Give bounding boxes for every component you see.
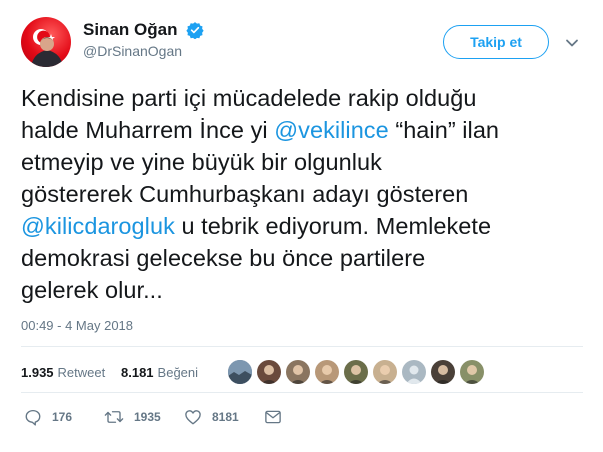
tweet-text-segment: demokrasi gelecekse bu önce partilere: [21, 245, 426, 271]
mention-link[interactable]: @vekilince: [274, 117, 388, 143]
tweet-text-line: etmeyip ve yine büyük bir olgunluk: [21, 146, 591, 178]
divider: [21, 346, 583, 347]
tweet-text-line: demokrasi gelecekse bu önce partilere: [21, 242, 591, 274]
chevron-down-icon[interactable]: [564, 36, 580, 50]
retweet-button[interactable]: 1935: [104, 408, 161, 426]
tweet-text-segment: etmeyip ve yine büyük bir olgunluk: [21, 149, 382, 175]
tweet-header: Sinan Oğan @DrSinanOgan Takip et: [0, 0, 603, 80]
retweet-icon: [104, 411, 124, 423]
verified-badge-icon: [186, 21, 204, 40]
like-stat-label: Beğeni: [157, 365, 199, 380]
envelope-icon: [265, 410, 281, 424]
reply-icon: [25, 409, 41, 426]
tweet-text-line: Kendisine parti içi mücadelede rakip old…: [21, 82, 591, 114]
like-stat[interactable]: 8.181 Beğeni: [121, 365, 198, 380]
tweet-text-segment: u tebrik ediyorum. Memlekete: [174, 213, 492, 239]
user-avatar[interactable]: [21, 17, 71, 67]
reply-count: 176: [52, 410, 73, 424]
user-name-block: Sinan Oğan @DrSinanOgan: [83, 20, 204, 59]
tweet-text-segment: “hain” ilan: [388, 117, 500, 143]
tweet-timestamp[interactable]: 00:49 - 4 May 2018: [21, 318, 133, 333]
direct-message-button[interactable]: [264, 408, 282, 426]
tweet-text-line: @kilicdarogluk u tebrik ediyorum. Memlek…: [21, 210, 591, 242]
tweet-text-line: halde Muharrem İnce yi @vekilince “hain”…: [21, 114, 591, 146]
tweet-text-line: gelerek olur...: [21, 274, 591, 306]
display-name[interactable]: Sinan Oğan: [83, 20, 177, 40]
person-avatar[interactable]: [286, 360, 310, 384]
retweet-count: 1935: [134, 410, 161, 424]
tweet-text-line: göstererek Cumhurbaşkanı adayı gösteren: [21, 178, 591, 210]
follow-button[interactable]: Takip et: [443, 25, 549, 59]
person-avatar[interactable]: [431, 360, 455, 384]
person-avatar[interactable]: [460, 360, 484, 384]
like-stat-count: 8.181: [121, 365, 154, 380]
tweet-text-segment: Kendisine parti içi mücadelede rakip old…: [21, 85, 477, 111]
tweet-text-segment: gelerek olur...: [21, 277, 163, 303]
landscape-avatar[interactable]: [228, 360, 252, 384]
reply-button[interactable]: 176: [24, 408, 72, 426]
like-count: 8181: [212, 410, 239, 424]
tweet-text-segment: halde Muharrem İnce yi: [21, 117, 275, 143]
tweet-actions: 176 1935 8181: [21, 402, 581, 432]
person-avatar[interactable]: [315, 360, 339, 384]
person-avatar[interactable]: [344, 360, 368, 384]
divider: [21, 392, 583, 393]
tweet-text-segment: göstererek Cumhurbaşkanı adayı gösteren: [21, 181, 469, 207]
default-egg-avatar[interactable]: [402, 360, 426, 384]
retweet-stat[interactable]: 1.935 Retweet: [21, 365, 105, 380]
heart-icon: [185, 410, 201, 425]
mention-link[interactable]: @kilicdarogluk: [21, 213, 175, 239]
tweet-stats: 1.935 Retweet 8.181 Beğeni: [21, 356, 586, 390]
person-avatar[interactable]: [257, 360, 281, 384]
like-button[interactable]: 8181: [184, 408, 239, 426]
user-handle[interactable]: @DrSinanOgan: [83, 43, 204, 59]
tweet-text: Kendisine parti içi mücadelede rakip old…: [21, 82, 591, 306]
person-avatar[interactable]: [373, 360, 397, 384]
retweet-stat-label: Retweet: [57, 365, 106, 380]
retweet-stat-count: 1.935: [21, 365, 54, 380]
avatar-flag-icon: [31, 29, 63, 67]
